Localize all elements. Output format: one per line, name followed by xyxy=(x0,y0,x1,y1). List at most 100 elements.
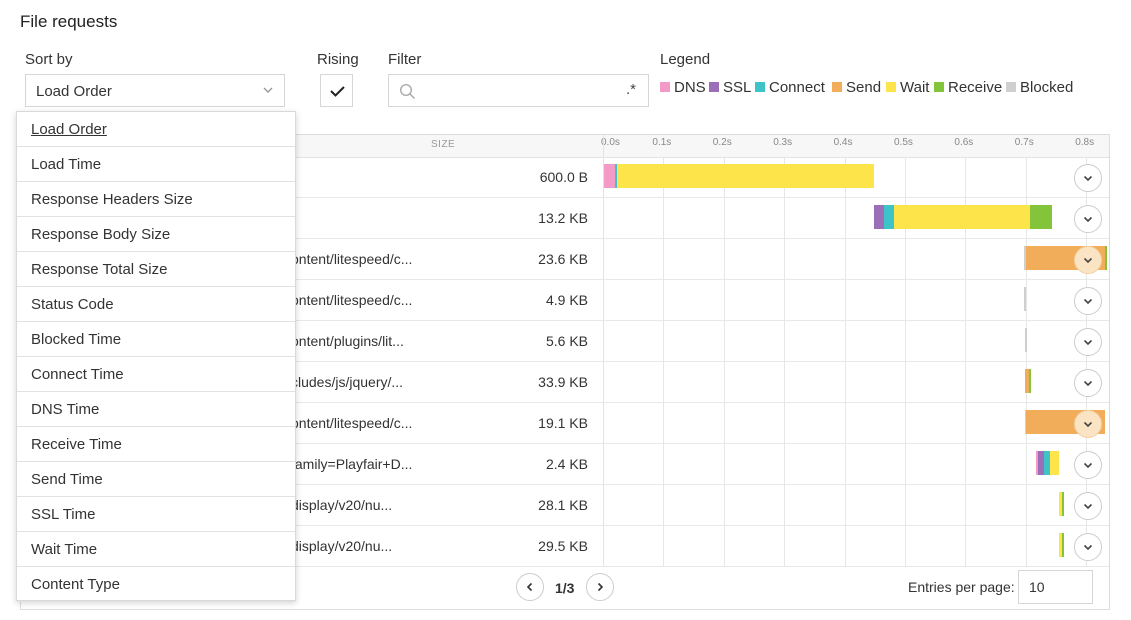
request-size: 2.4 KB xyxy=(545,456,588,472)
chevron-down-icon xyxy=(1083,339,1093,346)
sort-option-label: Send Time xyxy=(31,471,103,488)
expand-row-button[interactable] xyxy=(1074,205,1102,233)
sort-option[interactable]: Response Body Size xyxy=(17,217,295,252)
request-size: 23.6 KB xyxy=(538,251,588,267)
rising-checkbox[interactable] xyxy=(320,74,353,107)
request-size: 13.2 KB xyxy=(538,210,588,226)
legend-swatch xyxy=(886,82,896,92)
sort-option[interactable]: SSL Time xyxy=(17,497,295,532)
filter-label: Filter xyxy=(388,51,422,68)
filter-input[interactable]: .* xyxy=(388,74,649,107)
sort-option[interactable]: Load Time xyxy=(17,147,295,182)
prev-page-button[interactable] xyxy=(516,573,544,601)
sort-option[interactable]: Send Time xyxy=(17,462,295,497)
rising-label: Rising xyxy=(317,51,359,68)
size-column-header[interactable]: SIZE xyxy=(431,139,455,150)
chevron-down-icon xyxy=(1083,257,1093,264)
entries-per-page-input[interactable]: 10 xyxy=(1018,570,1093,604)
chevron-down-icon xyxy=(1083,380,1093,387)
timing-bar-blocked xyxy=(1024,287,1027,311)
sort-option[interactable]: Blocked Time xyxy=(17,322,295,357)
sort-option[interactable]: Content Type xyxy=(17,567,295,602)
sort-option[interactable]: Load Order xyxy=(17,112,295,147)
expand-row-button[interactable] xyxy=(1074,287,1102,315)
time-tick-label: 0.2s xyxy=(712,137,732,148)
expand-row-button[interactable] xyxy=(1074,451,1102,479)
expand-row-button[interactable] xyxy=(1074,164,1102,192)
sort-option[interactable]: DNS Time xyxy=(17,392,295,427)
legend-swatch xyxy=(755,82,765,92)
expand-row-button[interactable] xyxy=(1074,246,1102,274)
legend-item-connect: Connect xyxy=(755,78,825,96)
legend-swatch xyxy=(1006,82,1016,92)
sort-option[interactable]: Receive Time xyxy=(17,427,295,462)
legend-swatch xyxy=(832,82,842,92)
time-tick-label: 0.7s xyxy=(1014,137,1034,148)
time-tick-label: 0.3s xyxy=(773,137,793,148)
request-size: 600.0 B xyxy=(539,169,588,185)
timing-bar-receive xyxy=(1029,205,1053,229)
request-size: 29.5 KB xyxy=(538,538,588,554)
timing-bar-receive xyxy=(1061,533,1064,557)
timing-bar-blocked xyxy=(1024,328,1027,352)
chevron-down-icon xyxy=(1083,175,1093,182)
sort-select-value: Load Order xyxy=(36,83,112,100)
sort-option-label: Connect Time xyxy=(31,366,124,383)
request-size: 5.6 KB xyxy=(545,333,588,349)
sort-option[interactable]: Response Headers Size xyxy=(17,182,295,217)
request-url: display/v20/nu... xyxy=(291,497,393,513)
sort-option[interactable]: Status Code xyxy=(17,287,295,322)
chevron-down-icon xyxy=(1083,298,1093,305)
chevron-left-icon xyxy=(526,582,533,592)
timing-bar-connect xyxy=(883,205,894,229)
request-url: ontent/litespeed/c... xyxy=(291,415,413,431)
legend-item-send: Send xyxy=(832,78,881,96)
sort-option[interactable]: Connect Time xyxy=(17,357,295,392)
regex-toggle[interactable]: .* xyxy=(626,81,636,98)
timing-bar-wait xyxy=(893,205,1030,229)
sort-option-label: Load Time xyxy=(31,156,102,173)
timing-bar-ssl xyxy=(873,205,884,229)
sort-option[interactable]: Wait Time xyxy=(17,532,295,567)
request-size: 28.1 KB xyxy=(538,497,588,513)
legend-item-dns: DNS xyxy=(660,78,706,96)
chevron-right-icon xyxy=(597,582,604,592)
page-title: File requests xyxy=(20,12,118,31)
request-size: 33.9 KB xyxy=(538,374,588,390)
legend-item-wait: Wait xyxy=(886,78,929,96)
request-size: 19.1 KB xyxy=(538,415,588,431)
chevron-down-icon xyxy=(1083,421,1093,428)
expand-row-button[interactable] xyxy=(1074,492,1102,520)
request-url: ontent/litespeed/c... xyxy=(291,251,413,267)
sort-option-label: Response Headers Size xyxy=(31,191,193,208)
next-page-button[interactable] xyxy=(586,573,614,601)
legend-item-blocked: Blocked xyxy=(1006,78,1073,96)
expand-row-button[interactable] xyxy=(1074,533,1102,561)
search-icon xyxy=(399,83,416,100)
time-tick-label: 0.4s xyxy=(833,137,853,148)
sort-option-label: DNS Time xyxy=(31,401,100,418)
sort-dropdown-menu: Load Order Load Time Response Headers Size… xyxy=(16,111,296,602)
sort-select[interactable]: Load Order xyxy=(25,74,285,107)
timing-bar-wait xyxy=(616,164,874,188)
sort-option[interactable]: Response Total Size xyxy=(17,252,295,287)
legend-item-ssl: SSL xyxy=(709,78,751,96)
timing-bar-wait xyxy=(1050,451,1059,475)
legend-swatch xyxy=(660,82,670,92)
sort-by-label: Sort by xyxy=(25,51,73,68)
sort-option-label: Wait Time xyxy=(31,541,98,558)
expand-row-button[interactable] xyxy=(1074,410,1102,438)
request-url: ontent/plugins/lit... xyxy=(291,333,404,349)
sort-option-label: Blocked Time xyxy=(31,331,122,348)
expand-row-button[interactable] xyxy=(1074,369,1102,397)
request-url: ontent/litespeed/c... xyxy=(291,292,413,308)
legend-swatch xyxy=(934,82,944,92)
request-url: display/v20/nu... xyxy=(291,538,393,554)
sort-option-label: Response Total Size xyxy=(31,261,168,278)
timing-bar-receive xyxy=(1105,246,1108,270)
timing-bar-dns xyxy=(604,164,615,188)
expand-row-button[interactable] xyxy=(1074,328,1102,356)
legend-item-receive: Receive xyxy=(934,78,1002,96)
request-size: 4.9 KB xyxy=(545,292,588,308)
checkmark-icon xyxy=(330,86,345,97)
